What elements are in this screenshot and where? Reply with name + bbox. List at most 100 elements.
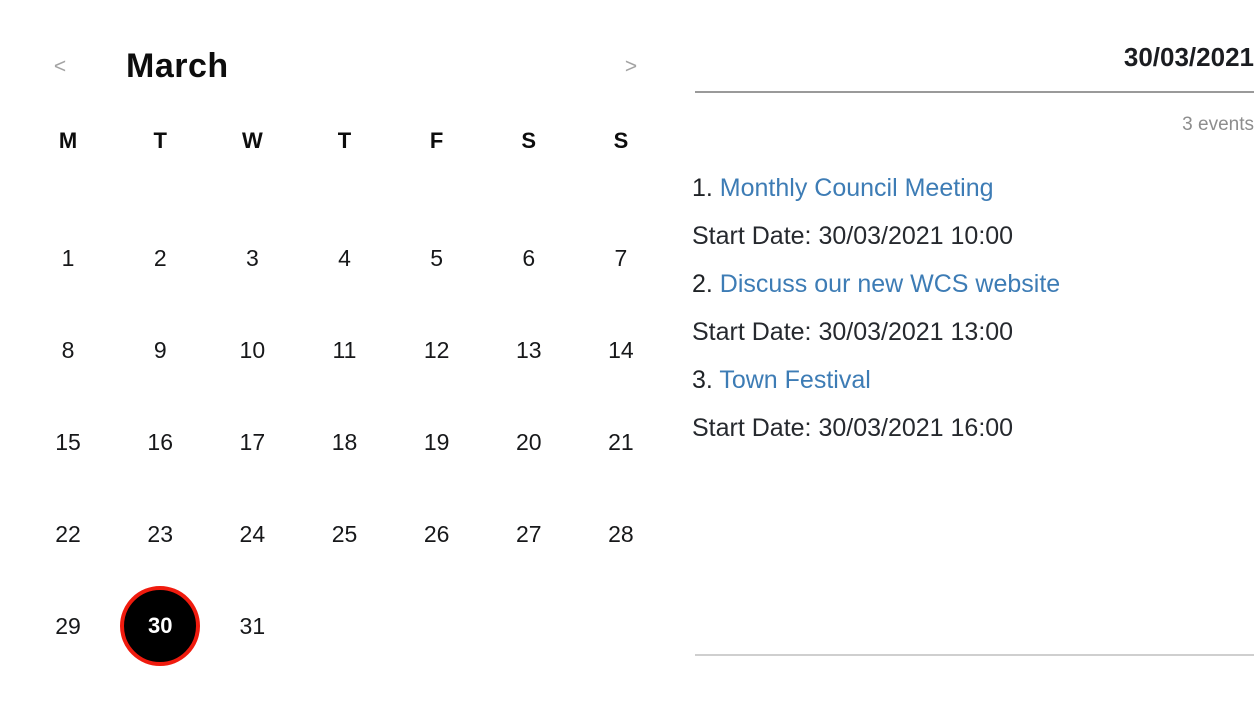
calendar-day-number: 5	[430, 244, 444, 271]
calendar-day[interactable]: 20	[483, 396, 575, 488]
calendar-day[interactable]: 18	[298, 396, 390, 488]
calendar-day-number: 25	[331, 520, 358, 547]
calendar-day-number: 21	[608, 428, 634, 455]
calendar-day-number: 6	[522, 244, 536, 271]
calendar-day[interactable]: 2	[114, 212, 206, 304]
event-start-date-label: Start Date:	[692, 222, 819, 250]
weekday-label: W	[241, 128, 263, 153]
event-item: 2. Discuss our new WCS website Start Date…	[692, 260, 1254, 356]
event-item: 3. Town Festival Start Date: 30/03/2021 1…	[692, 356, 1254, 452]
event-title-line: 3. Town Festival	[692, 356, 1254, 404]
chevron-right-icon[interactable]: >	[607, 56, 655, 77]
calendar-day-number: 30	[147, 613, 173, 638]
weekday-label: S	[521, 128, 537, 153]
day-detail-panel: 30/03/2021 3 events 1. Monthly Council M…	[683, 0, 1254, 708]
calendar-day[interactable]: 12	[391, 304, 483, 396]
calendar-day-number: 10	[239, 336, 266, 363]
month-title: March	[126, 47, 229, 85]
calendar-day[interactable]: 9	[114, 304, 206, 396]
calendar-day[interactable]: 22	[22, 488, 114, 580]
calendar-day[interactable]: 31	[206, 580, 298, 672]
calendar-day[interactable]: 27	[483, 488, 575, 580]
calendar-day-number: 22	[55, 520, 81, 547]
calendar-day[interactable]: 29	[22, 580, 114, 672]
calendar-day-number: 8	[61, 336, 75, 363]
calendar-day-number: 14	[608, 336, 634, 363]
calendar-day[interactable]: 11	[298, 304, 390, 396]
event-title-link[interactable]: Monthly Council Meeting	[720, 174, 994, 202]
calendar-day-number: 20	[515, 428, 542, 455]
calendar-day-number: 31	[239, 612, 266, 639]
event-start-date: Start Date: 30/03/2021 13:00	[692, 308, 1254, 356]
event-item: 1. Monthly Council Meeting Start Date: 30…	[692, 164, 1254, 260]
calendar-day[interactable]: 4	[298, 212, 390, 304]
calendar-day[interactable]: 21	[575, 396, 667, 488]
detail-divider-top	[695, 91, 1254, 93]
calendar-day[interactable]: 26	[391, 488, 483, 580]
calendar-days-grid: 1 2 3 4 5 6 7 8 9 10 11 12 13 14 15 16 17 18 19 20 21 22 23 24 2…	[22, 212, 667, 672]
calendar-day-number: 19	[423, 428, 450, 455]
calendar-day-view: < March > MTWTFSS 1 2 3 4 5 6 7 8 9 10 11 12 13 14 15 1…	[0, 0, 1254, 708]
calendar-day[interactable]: 7	[575, 212, 667, 304]
calendar-day-number: 7	[614, 244, 628, 271]
chevron-left-icon[interactable]: <	[36, 56, 84, 77]
detail-date-heading: 30/03/2021	[1123, 42, 1254, 72]
calendar-day-number: 1	[61, 244, 75, 271]
calendar-header: < March >	[0, 38, 683, 94]
event-start-date: Start Date: 30/03/2021 10:00	[692, 212, 1254, 260]
event-start-date-value: 30/03/2021 16:00	[818, 414, 1014, 442]
calendar-day-number: 9	[153, 336, 167, 363]
calendar-day-number: 2	[153, 244, 167, 271]
calendar-day[interactable]: 8	[22, 304, 114, 396]
calendar-day[interactable]: 16	[114, 396, 206, 488]
calendar-day-number: 17	[239, 428, 266, 455]
calendar-day-number: 18	[331, 428, 358, 455]
calendar-day-number: 28	[608, 520, 634, 547]
event-title-line: 2. Discuss our new WCS website	[692, 260, 1254, 308]
event-start-date-value: 30/03/2021 13:00	[818, 318, 1014, 346]
detail-divider-bottom	[695, 654, 1254, 656]
event-title-link[interactable]: Discuss our new WCS website	[720, 270, 1060, 298]
event-index: 1.	[692, 174, 720, 202]
calendar-day-number: 12	[423, 336, 450, 363]
calendar-day-number: 23	[147, 520, 173, 547]
calendar-day-number: 16	[147, 428, 173, 455]
calendar-day-number: 15	[55, 428, 81, 455]
calendar-day-number: 26	[423, 520, 450, 547]
event-start-date-value: 30/03/2021 10:00	[818, 222, 1014, 250]
calendar-day-number: 24	[239, 520, 266, 547]
event-title-link[interactable]: Town Festival	[719, 366, 870, 394]
calendar-day[interactable]: 5	[391, 212, 483, 304]
calendar-day[interactable]: 24	[206, 488, 298, 580]
event-start-date-label: Start Date:	[692, 318, 819, 346]
calendar-day[interactable]: 1	[22, 212, 114, 304]
event-index: 2.	[692, 270, 720, 298]
calendar-day-number: 3	[245, 244, 259, 271]
calendar-day[interactable]: 19	[391, 396, 483, 488]
event-title-line: 1. Monthly Council Meeting	[692, 164, 1254, 212]
weekday-label: S	[613, 128, 629, 153]
calendar-day-number: 11	[332, 336, 357, 363]
weekday-label: F	[429, 128, 444, 153]
event-count-label: 3 events	[1182, 114, 1254, 135]
event-start-date-label: Start Date:	[692, 414, 819, 442]
calendar-day[interactable]: 6	[483, 212, 575, 304]
event-index: 3.	[692, 366, 720, 394]
calendar-day[interactable]: 3	[206, 212, 298, 304]
calendar-day-selected[interactable]: 30	[114, 580, 206, 672]
calendar-day[interactable]: 28	[575, 488, 667, 580]
calendar-day[interactable]: 10	[206, 304, 298, 396]
weekday-label: T	[337, 128, 352, 153]
calendar-day-number: 13	[515, 336, 542, 363]
calendar-day[interactable]: 13	[483, 304, 575, 396]
calendar-day[interactable]: 15	[22, 396, 114, 488]
calendar-day[interactable]: 23	[114, 488, 206, 580]
calendar-day-number: 29	[55, 612, 81, 639]
calendar-day[interactable]: 25	[298, 488, 390, 580]
calendar-day[interactable]: 17	[206, 396, 298, 488]
event-start-date: Start Date: 30/03/2021 16:00	[692, 404, 1254, 452]
weekday-label: M	[58, 128, 78, 153]
events-list: 1. Monthly Council Meeting Start Date: 30…	[692, 164, 1254, 452]
calendar-panel: < March > MTWTFSS 1 2 3 4 5 6 7 8 9 10 11 12 13 14 15 1…	[0, 0, 683, 708]
calendar-day[interactable]: 14	[575, 304, 667, 396]
